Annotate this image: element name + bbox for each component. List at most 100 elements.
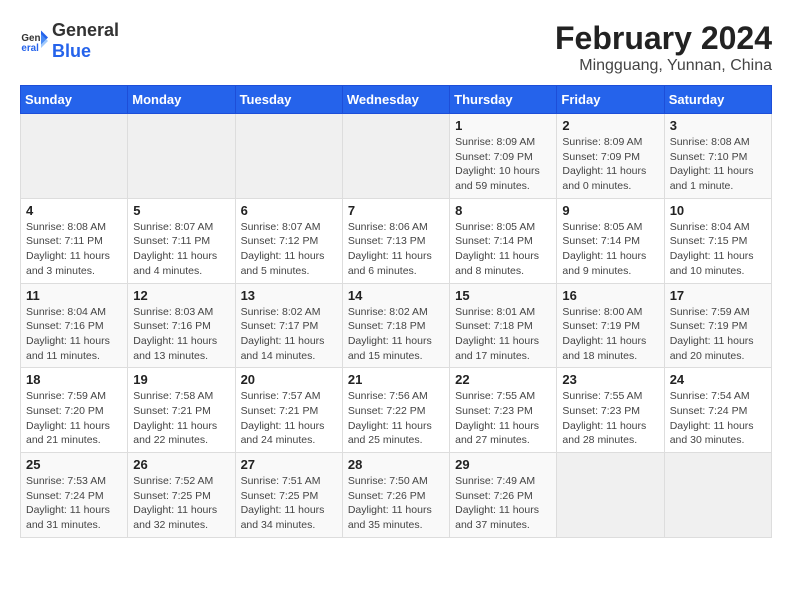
day-number: 29 bbox=[455, 457, 551, 472]
logo-general: General bbox=[52, 20, 119, 40]
calendar-cell: 22 Sunrise: 7:55 AMSunset: 7:23 PMDayligh… bbox=[450, 368, 557, 453]
header-tuesday: Tuesday bbox=[235, 86, 342, 114]
day-info: Sunrise: 8:07 AMSunset: 7:12 PMDaylight:… bbox=[241, 220, 337, 279]
svg-text:eral: eral bbox=[21, 43, 39, 54]
day-number: 4 bbox=[26, 203, 122, 218]
title-area: February 2024 Mingguang, Yunnan, China bbox=[555, 20, 772, 75]
day-info: Sunrise: 8:05 AMSunset: 7:14 PMDaylight:… bbox=[562, 220, 658, 279]
day-info: Sunrise: 7:56 AMSunset: 7:22 PMDaylight:… bbox=[348, 389, 444, 448]
day-number: 17 bbox=[670, 288, 766, 303]
day-number: 6 bbox=[241, 203, 337, 218]
day-number: 20 bbox=[241, 372, 337, 387]
day-number: 23 bbox=[562, 372, 658, 387]
day-number: 13 bbox=[241, 288, 337, 303]
logo-blue: Blue bbox=[52, 41, 91, 61]
day-number: 5 bbox=[133, 203, 229, 218]
calendar-cell: 10Sunrise: 8:04 AMSunset: 7:15 PMDayligh… bbox=[664, 198, 771, 283]
day-number: 2 bbox=[562, 118, 658, 133]
calendar-cell: 4 Sunrise: 8:08 AMSunset: 7:11 PMDaylight… bbox=[21, 198, 128, 283]
page-header: Gen eral General Blue February 2024 Ming… bbox=[20, 20, 772, 75]
calendar-table: SundayMondayTuesdayWednesdayThursdayFrid… bbox=[20, 85, 772, 538]
day-number: 18 bbox=[26, 372, 122, 387]
week-row-2: 4 Sunrise: 8:08 AMSunset: 7:11 PMDaylight… bbox=[21, 198, 772, 283]
day-number: 14 bbox=[348, 288, 444, 303]
calendar-cell: 17 Sunrise: 7:59 AMSunset: 7:19 PMDayligh… bbox=[664, 283, 771, 368]
day-info: Sunrise: 7:55 AMSunset: 7:23 PMDaylight:… bbox=[455, 389, 551, 448]
calendar-cell: 2 Sunrise: 8:09 AMSunset: 7:09 PMDaylight… bbox=[557, 114, 664, 199]
day-info: Sunrise: 8:02 AMSunset: 7:18 PMDaylight:… bbox=[348, 305, 444, 364]
day-number: 25 bbox=[26, 457, 122, 472]
calendar-cell bbox=[557, 453, 664, 538]
day-number: 22 bbox=[455, 372, 551, 387]
day-number: 9 bbox=[562, 203, 658, 218]
day-info: Sunrise: 8:07 AMSunset: 7:11 PMDaylight:… bbox=[133, 220, 229, 279]
day-number: 26 bbox=[133, 457, 229, 472]
day-number: 8 bbox=[455, 203, 551, 218]
header-sunday: Sunday bbox=[21, 86, 128, 114]
week-row-3: 11 Sunrise: 8:04 AMSunset: 7:16 PMDayligh… bbox=[21, 283, 772, 368]
header-row: SundayMondayTuesdayWednesdayThursdayFrid… bbox=[21, 86, 772, 114]
calendar-cell: 3 Sunrise: 8:08 AMSunset: 7:10 PMDaylight… bbox=[664, 114, 771, 199]
calendar-cell: 27 Sunrise: 7:51 AMSunset: 7:25 PMDayligh… bbox=[235, 453, 342, 538]
calendar-cell: 24 Sunrise: 7:54 AMSunset: 7:24 PMDayligh… bbox=[664, 368, 771, 453]
day-info: Sunrise: 7:51 AMSunset: 7:25 PMDaylight:… bbox=[241, 474, 337, 533]
calendar-cell: 18 Sunrise: 7:59 AMSunset: 7:20 PMDayligh… bbox=[21, 368, 128, 453]
calendar-cell bbox=[21, 114, 128, 199]
day-number: 28 bbox=[348, 457, 444, 472]
day-number: 21 bbox=[348, 372, 444, 387]
calendar-cell: 29 Sunrise: 7:49 AMSunset: 7:26 PMDayligh… bbox=[450, 453, 557, 538]
calendar-cell: 21 Sunrise: 7:56 AMSunset: 7:22 PMDayligh… bbox=[342, 368, 449, 453]
day-info: Sunrise: 7:59 AMSunset: 7:20 PMDaylight:… bbox=[26, 389, 122, 448]
day-number: 19 bbox=[133, 372, 229, 387]
header-thursday: Thursday bbox=[450, 86, 557, 114]
calendar-cell bbox=[128, 114, 235, 199]
calendar-cell: 23 Sunrise: 7:55 AMSunset: 7:23 PMDayligh… bbox=[557, 368, 664, 453]
calendar-cell bbox=[235, 114, 342, 199]
day-info: Sunrise: 7:55 AMSunset: 7:23 PMDaylight:… bbox=[562, 389, 658, 448]
main-title: February 2024 bbox=[555, 20, 772, 57]
calendar-cell: 11 Sunrise: 8:04 AMSunset: 7:16 PMDayligh… bbox=[21, 283, 128, 368]
day-number: 10 bbox=[670, 203, 766, 218]
day-info: Sunrise: 7:53 AMSunset: 7:24 PMDaylight:… bbox=[26, 474, 122, 533]
calendar-cell bbox=[664, 453, 771, 538]
header-saturday: Saturday bbox=[664, 86, 771, 114]
day-info: Sunrise: 8:06 AMSunset: 7:13 PMDaylight:… bbox=[348, 220, 444, 279]
header-friday: Friday bbox=[557, 86, 664, 114]
week-row-4: 18 Sunrise: 7:59 AMSunset: 7:20 PMDayligh… bbox=[21, 368, 772, 453]
calendar-cell: 15Sunrise: 8:01 AMSunset: 7:18 PMDayligh… bbox=[450, 283, 557, 368]
day-info: Sunrise: 7:49 AMSunset: 7:26 PMDaylight:… bbox=[455, 474, 551, 533]
calendar-cell: 9 Sunrise: 8:05 AMSunset: 7:14 PMDaylight… bbox=[557, 198, 664, 283]
calendar-cell: 19 Sunrise: 7:58 AMSunset: 7:21 PMDayligh… bbox=[128, 368, 235, 453]
day-info: Sunrise: 8:08 AMSunset: 7:10 PMDaylight:… bbox=[670, 135, 766, 194]
subtitle: Mingguang, Yunnan, China bbox=[555, 57, 772, 75]
calendar-cell: 16 Sunrise: 8:00 AMSunset: 7:19 PMDayligh… bbox=[557, 283, 664, 368]
calendar-cell: 12Sunrise: 8:03 AMSunset: 7:16 PMDayligh… bbox=[128, 283, 235, 368]
day-number: 12 bbox=[133, 288, 229, 303]
header-wednesday: Wednesday bbox=[342, 86, 449, 114]
day-number: 1 bbox=[455, 118, 551, 133]
day-info: Sunrise: 8:09 AMSunset: 7:09 PMDaylight:… bbox=[455, 135, 551, 194]
day-info: Sunrise: 8:01 AMSunset: 7:18 PMDaylight:… bbox=[455, 305, 551, 364]
day-info: Sunrise: 7:59 AMSunset: 7:19 PMDaylight:… bbox=[670, 305, 766, 364]
day-info: Sunrise: 8:08 AMSunset: 7:11 PMDaylight:… bbox=[26, 220, 122, 279]
week-row-1: 1 Sunrise: 8:09 AMSunset: 7:09 PMDaylight… bbox=[21, 114, 772, 199]
day-number: 27 bbox=[241, 457, 337, 472]
day-info: Sunrise: 8:05 AMSunset: 7:14 PMDaylight:… bbox=[455, 220, 551, 279]
day-number: 3 bbox=[670, 118, 766, 133]
day-number: 16 bbox=[562, 288, 658, 303]
calendar-cell: 8 Sunrise: 8:05 AMSunset: 7:14 PMDaylight… bbox=[450, 198, 557, 283]
calendar-cell: 13Sunrise: 8:02 AMSunset: 7:17 PMDayligh… bbox=[235, 283, 342, 368]
calendar-cell: 14 Sunrise: 8:02 AMSunset: 7:18 PMDayligh… bbox=[342, 283, 449, 368]
day-info: Sunrise: 7:52 AMSunset: 7:25 PMDaylight:… bbox=[133, 474, 229, 533]
calendar-cell bbox=[342, 114, 449, 199]
day-info: Sunrise: 7:54 AMSunset: 7:24 PMDaylight:… bbox=[670, 389, 766, 448]
calendar-cell: 5 Sunrise: 8:07 AMSunset: 7:11 PMDaylight… bbox=[128, 198, 235, 283]
day-info: Sunrise: 8:00 AMSunset: 7:19 PMDaylight:… bbox=[562, 305, 658, 364]
day-info: Sunrise: 7:58 AMSunset: 7:21 PMDaylight:… bbox=[133, 389, 229, 448]
header-monday: Monday bbox=[128, 86, 235, 114]
day-number: 24 bbox=[670, 372, 766, 387]
calendar-cell: 28Sunrise: 7:50 AMSunset: 7:26 PMDayligh… bbox=[342, 453, 449, 538]
day-info: Sunrise: 8:04 AMSunset: 7:16 PMDaylight:… bbox=[26, 305, 122, 364]
day-number: 11 bbox=[26, 288, 122, 303]
day-info: Sunrise: 8:09 AMSunset: 7:09 PMDaylight:… bbox=[562, 135, 658, 194]
